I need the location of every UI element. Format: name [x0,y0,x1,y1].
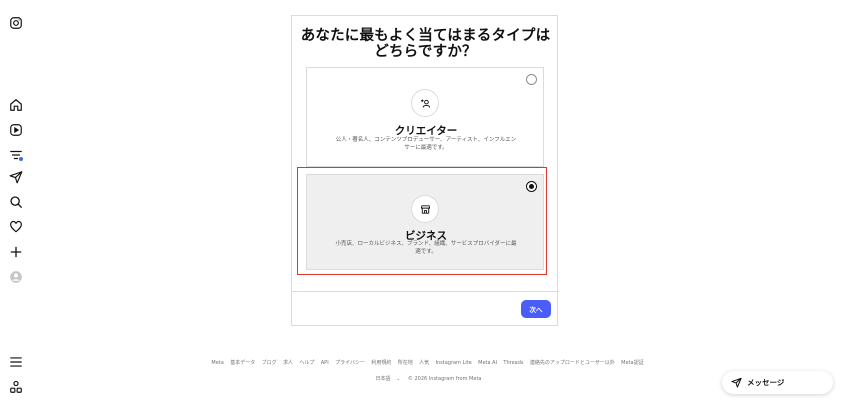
more-apps-icon[interactable] [9,380,23,394]
footer-link[interactable]: Instagram Lite [436,360,472,366]
profile-icon[interactable] [9,270,23,284]
search-icon[interactable] [9,195,23,209]
messages-button[interactable]: メッセージ [722,371,833,394]
creator-icon [411,89,439,117]
footer-link[interactable]: 所在地 [398,360,413,366]
notification-badge [18,156,24,162]
footer-links: Meta 基本データ ブログ 求人 ヘルプ API プライバシー 利用規約 所在… [0,359,855,366]
footer-link[interactable]: ヘルプ [299,360,314,366]
language-select[interactable]: 日本語 ⌄ [374,376,403,382]
footer-link[interactable]: Threads [503,360,523,366]
footer-link[interactable]: 利用規約 [371,360,391,366]
home-icon[interactable] [9,98,23,112]
heart-icon[interactable] [9,220,23,234]
footer-link[interactable]: Meta認証 [621,360,643,366]
page: あなたに最もよく当てはまるタイプは どちらですか？ クリエイター 公人・著名人、… [0,0,855,409]
paper-plane-icon[interactable] [9,170,23,184]
footer-link[interactable]: 人気 [419,360,429,366]
footer-link[interactable]: 連絡先のアップロードとユーザー以外 [530,360,615,366]
option-desc-creator: 公人・著名人、コンテンツプロデューサー、アーティスト、インフルエン サーに最適で… [317,137,535,152]
option-creator[interactable]: クリエイター 公人・著名人、コンテンツプロデューサー、アーティスト、インフルエン… [306,67,544,167]
language-label: 日本語 [375,376,391,382]
account-type-card: あなたに最もよく当てはまるタイプは どちらですか？ クリエイター 公人・著名人、… [291,15,559,326]
card-title: あなたに最もよく当てはまるタイプは どちらですか？ [292,28,559,60]
option-desc-business: 小売店、ローカルビジネス、ブランド、組織、サービスプロバイダーに最 適です。 [317,241,535,256]
paper-plane-icon [731,377,742,388]
copyright: © 2026 Instagram from Meta [407,376,482,382]
plus-icon[interactable] [9,245,23,259]
option-desc-creator-line2: サーに最適です。 [404,144,448,151]
option-desc-business-line1: 小売店、ローカルビジネス、ブランド、組織、サービスプロバイダーに最 [335,241,517,247]
option-desc-creator-line1: 公人・著名人、コンテンツプロデューサー、アーティスト、インフルエン [335,137,517,143]
creator-radio[interactable] [526,74,537,85]
chevron-down-icon: ⌄ [396,376,401,382]
footer-link[interactable]: Meta [211,360,223,366]
reels-icon[interactable] [9,123,23,137]
messages-label: メッセージ [747,378,785,387]
card-title-line2: どちらですか？ [374,44,477,60]
footer-link[interactable]: Meta AI [478,360,497,366]
footer-link[interactable]: プライバシー [335,360,365,366]
footer-link[interactable]: ブログ [262,360,277,366]
footer-link[interactable]: 基本データ [230,360,255,366]
next-button[interactable]: 次へ [521,300,551,318]
card-title-line1: あなたに最もよく当てはまるタイプは [300,28,551,44]
storefront-icon [411,195,439,223]
instagram-logo-icon[interactable] [9,16,23,30]
footer-link[interactable]: API [321,360,329,366]
option-title-creator: クリエイター [394,125,458,137]
card-divider [292,291,559,292]
option-desc-business-line2: 適です。 [415,248,437,255]
sidebar [0,0,32,409]
business-radio[interactable] [526,181,537,192]
option-business[interactable]: ビジネス 小売店、ローカルビジネス、ブランド、組織、サービスプロバイダーに最 適… [306,174,544,270]
footer-link[interactable]: 求人 [283,360,293,366]
